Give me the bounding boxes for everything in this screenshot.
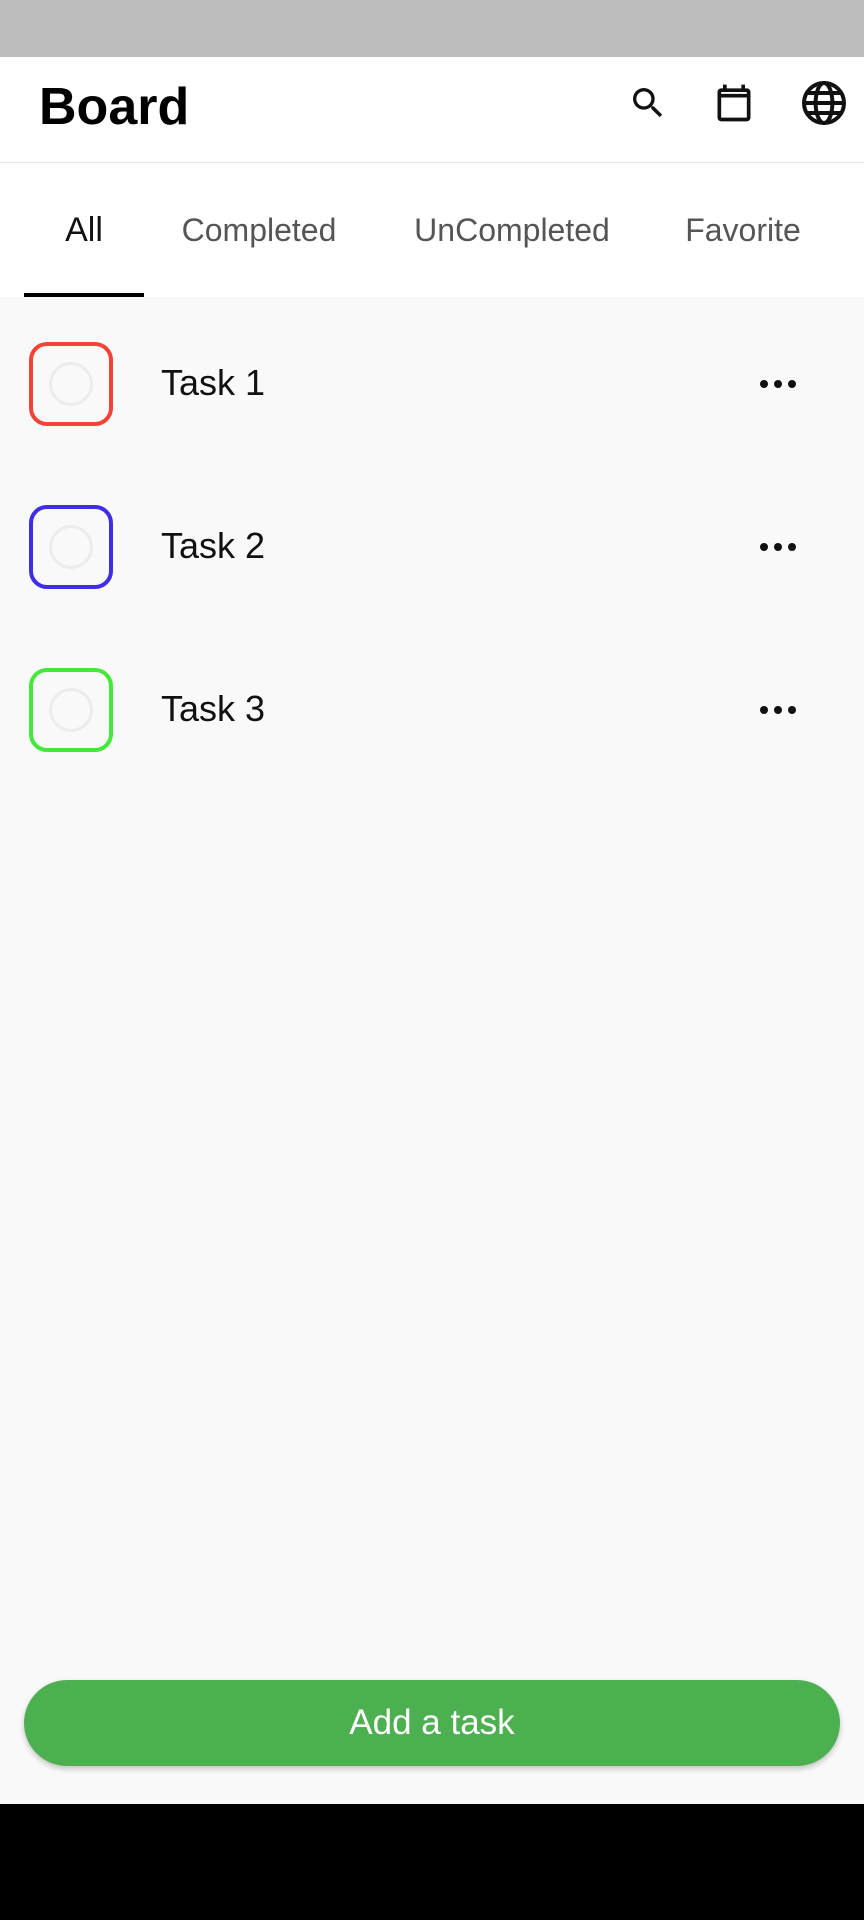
more-options-icon[interactable] [748, 685, 808, 735]
tab-uncompleted[interactable]: UnCompleted [398, 163, 626, 297]
add-task-button[interactable]: Add a task [24, 1680, 840, 1766]
checkbox-circle-icon [49, 362, 93, 406]
dot [774, 543, 782, 551]
globe-icon[interactable] [796, 75, 852, 131]
tab-all[interactable]: All [24, 163, 144, 297]
task-title: Task 3 [161, 688, 266, 729]
dot [788, 706, 796, 714]
status-bar [0, 0, 864, 57]
dot [788, 380, 796, 388]
checkbox-circle-icon [49, 688, 93, 732]
app-bar: Board [0, 57, 864, 163]
tab-favorite[interactable]: Favorite [664, 163, 822, 297]
dot [774, 706, 782, 714]
page-title: Board [39, 78, 190, 136]
task-row: Task 1 [0, 297, 864, 460]
dot [760, 543, 768, 551]
task-checkbox[interactable] [29, 342, 113, 426]
task-title: Task 1 [161, 362, 266, 403]
tab-bar: All Completed UnCompleted Favorite [0, 163, 864, 297]
task-title: Task 2 [161, 525, 266, 566]
checkbox-circle-icon [49, 525, 93, 569]
app-screen: Board All Completed UnCompleted Favorite [0, 0, 864, 1920]
more-options-icon[interactable] [748, 522, 808, 572]
tab-completed[interactable]: Completed [164, 163, 354, 297]
search-icon[interactable] [620, 75, 676, 131]
task-checkbox[interactable] [29, 668, 113, 752]
task-row: Task 2 [0, 460, 864, 623]
calendar-icon[interactable] [706, 75, 762, 131]
dot [774, 380, 782, 388]
task-checkbox[interactable] [29, 505, 113, 589]
dot [760, 706, 768, 714]
dot [788, 543, 796, 551]
more-options-icon[interactable] [748, 359, 808, 409]
dot [760, 380, 768, 388]
task-row: Task 3 [0, 623, 864, 786]
system-navigation-bar [0, 1804, 864, 1920]
